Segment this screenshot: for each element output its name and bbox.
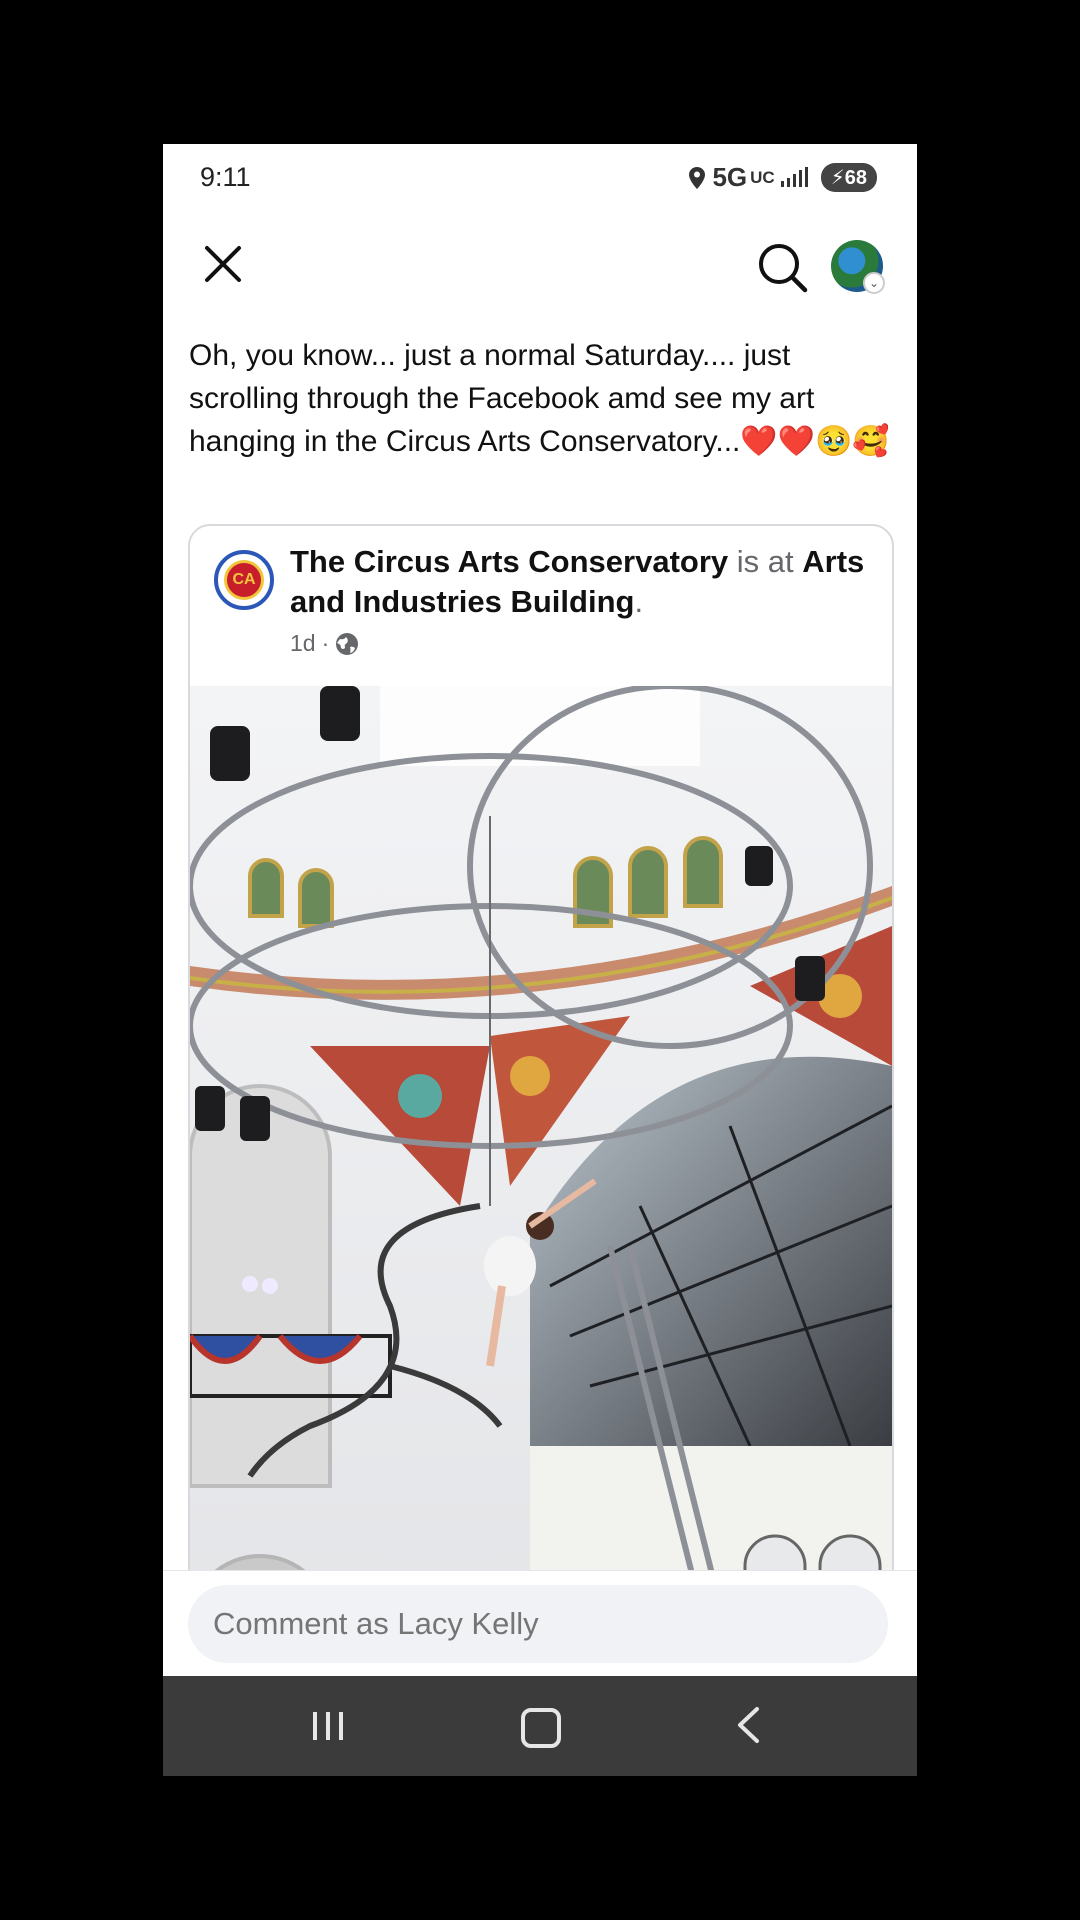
shared-post-meta: 1d ·: [290, 630, 359, 657]
profile-avatar[interactable]: ⌄: [831, 240, 885, 294]
search-icon[interactable]: [757, 242, 809, 294]
title-connector: is at: [728, 544, 803, 579]
post-time[interactable]: 1d: [290, 630, 316, 657]
network-sub-label: UC: [750, 167, 775, 187]
shared-post-title: The Circus Arts Conservatory is at Arts …: [290, 542, 870, 622]
network-label: 5G: [712, 162, 748, 192]
shared-post-card[interactable]: CA The Circus Arts Conservatory is at Ar…: [188, 524, 894, 1728]
globe-icon: [336, 632, 359, 655]
back-icon[interactable]: [735, 1706, 761, 1744]
page-logo[interactable]: CA: [214, 550, 274, 610]
close-icon[interactable]: [201, 242, 245, 286]
status-right: 5G UC ⚡68: [688, 162, 877, 193]
location-icon: [689, 166, 706, 189]
page-name-link[interactable]: The Circus Arts Conservatory: [290, 544, 728, 579]
battery-level: 68: [844, 167, 867, 189]
chevron-down-icon: ⌄: [863, 272, 885, 294]
status-time: 9:11: [200, 162, 251, 192]
signal-icon: [780, 166, 808, 187]
title-period: .: [634, 584, 644, 619]
recent-apps-icon[interactable]: [311, 1710, 345, 1742]
page-logo-mark: CA: [224, 560, 264, 600]
system-nav-bar: [163, 1676, 917, 1776]
meta-separator: ·: [321, 630, 330, 656]
comment-bar: [163, 1570, 917, 1677]
battery-indicator: ⚡68: [820, 163, 877, 192]
status-bar: 9:11 5G UC ⚡68: [163, 144, 917, 214]
top-bar: ⌄: [163, 220, 917, 320]
post-text: Oh, you know... just a normal Saturday..…: [189, 334, 899, 463]
phone-screen: 9:11 5G UC ⚡68 ⌄ Oh, you know... just a …: [163, 144, 917, 1776]
home-icon[interactable]: [521, 1708, 561, 1748]
comment-input[interactable]: [188, 1585, 888, 1663]
